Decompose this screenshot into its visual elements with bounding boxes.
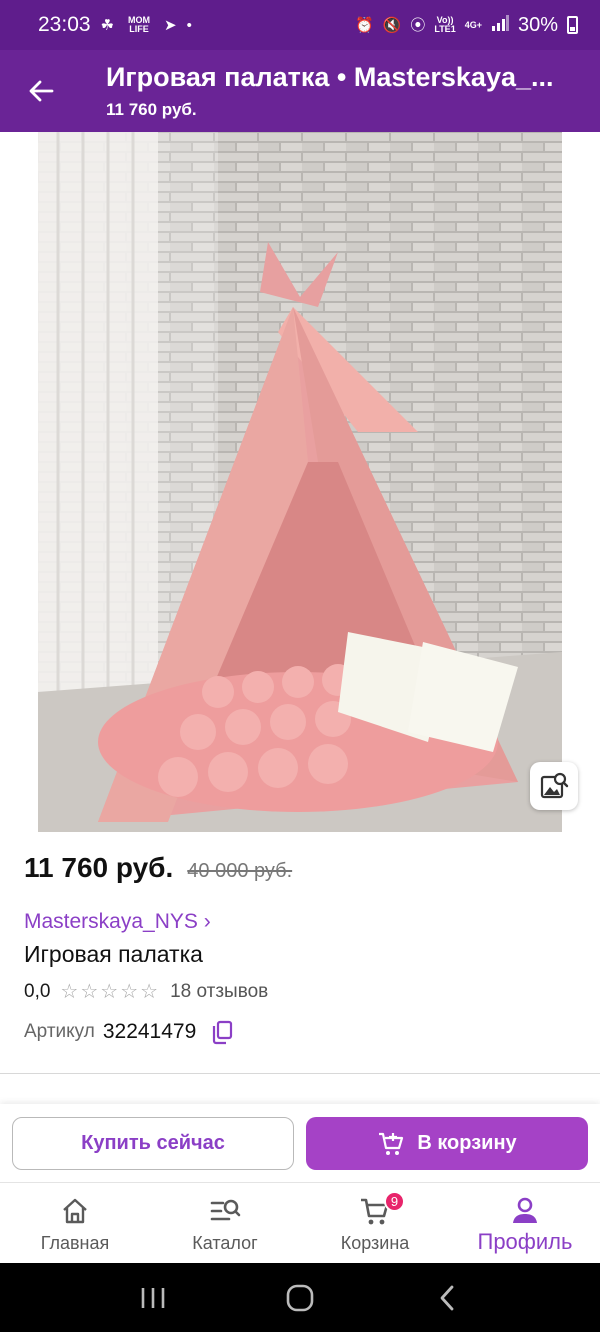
- image-search-icon: [540, 772, 569, 799]
- recent-apps-icon: [142, 1287, 165, 1308]
- brand-link[interactable]: Masterskaya_NYS ›: [24, 910, 211, 934]
- rating-stars: ☆☆☆☆☆: [60, 981, 161, 1003]
- app-bar: Игровая палатка • Masterskaya_... 11 760…: [0, 50, 600, 132]
- home-icon: [60, 1195, 90, 1227]
- nav-catalog-label: Каталог: [192, 1233, 258, 1253]
- status-time: 23:03: [38, 13, 91, 36]
- add-to-cart-button[interactable]: В корзину: [306, 1117, 588, 1170]
- product-photo[interactable]: [38, 132, 562, 832]
- notification-app-icon: ☘: [100, 16, 115, 34]
- page-title: Игровая палатка • Masterskaya_...: [106, 62, 554, 92]
- hotspot-icon: ⦿: [410, 16, 426, 34]
- recent-apps-button[interactable]: [123, 1278, 183, 1318]
- back-system-button[interactable]: [417, 1278, 477, 1318]
- home-circle-icon: [286, 1284, 314, 1311]
- divider: [0, 1073, 600, 1074]
- nav-item-cart[interactable]: 9 Корзина: [300, 1183, 450, 1263]
- nav-cart-label: Корзина: [340, 1233, 410, 1253]
- action-bar: Купить сейчас В корзину: [0, 1104, 600, 1182]
- signal-icon: [491, 14, 509, 37]
- battery-icon: [567, 16, 578, 34]
- system-nav-bar: [0, 1263, 600, 1332]
- cart-add-icon: [379, 1132, 404, 1155]
- cart-count-badge: 9: [384, 1191, 405, 1212]
- rating-value: 0,0: [24, 980, 51, 1002]
- profile-icon: [510, 1195, 540, 1227]
- nav-item-catalog[interactable]: Каталог: [150, 1183, 300, 1263]
- catalog-search-icon: [209, 1195, 241, 1227]
- nav-item-home[interactable]: Главная: [0, 1183, 150, 1263]
- alarm-icon: ⏰: [354, 16, 374, 34]
- price-row: 11 760 руб. 40 000 руб.: [24, 852, 292, 884]
- status-bar: 23:03 ☘ MOM LIFE ➤ • ⏰ 🔇 ⦿ Vo)) LTE1 4G+…: [0, 0, 600, 50]
- network-type: 4G+: [464, 19, 482, 30]
- sku-label: Артикул: [24, 1021, 95, 1042]
- sku-row: Артикул 32241479: [24, 1019, 234, 1045]
- current-price: 11 760 руб.: [24, 852, 174, 883]
- mom-life-icon: MOM LIFE: [128, 15, 151, 34]
- visual-search-button[interactable]: [530, 762, 578, 810]
- sku-value: 32241479: [102, 1020, 197, 1043]
- add-to-cart-label: В корзину: [417, 1132, 517, 1154]
- nav-home-label: Главная: [40, 1233, 110, 1253]
- bottom-nav: Главная Каталог 9 Корзина Профиль: [0, 1182, 600, 1263]
- arrow-left-icon: [29, 80, 54, 102]
- volte-indicator: Vo)) LTE1: [434, 16, 455, 34]
- telegram-icon: ➤: [164, 16, 177, 34]
- more-notifications-dot: •: [186, 16, 192, 34]
- chevron-left-icon: [440, 1285, 454, 1310]
- nav-profile-label: Профиль: [477, 1229, 573, 1254]
- cart-icon: 9: [359, 1191, 405, 1227]
- volte-bottom-label: LTE1: [434, 24, 456, 34]
- copy-icon[interactable]: [210, 1019, 234, 1045]
- reviews-count: 18 отзывов: [170, 980, 269, 1002]
- rating-row[interactable]: 0,0 ☆☆☆☆☆ 18 отзывов: [24, 979, 268, 1004]
- page-subtitle-price: 11 760 руб.: [106, 100, 197, 119]
- mute-icon: 🔇: [382, 16, 402, 34]
- nav-item-profile[interactable]: Профиль: [450, 1183, 600, 1263]
- back-button[interactable]: [22, 72, 60, 110]
- buy-now-button[interactable]: Купить сейчас: [12, 1117, 294, 1170]
- product-name: Игровая палатка: [24, 941, 203, 967]
- home-system-button[interactable]: [270, 1278, 330, 1318]
- battery-percent: 30%: [517, 13, 558, 36]
- old-price: 40 000 руб.: [187, 860, 293, 882]
